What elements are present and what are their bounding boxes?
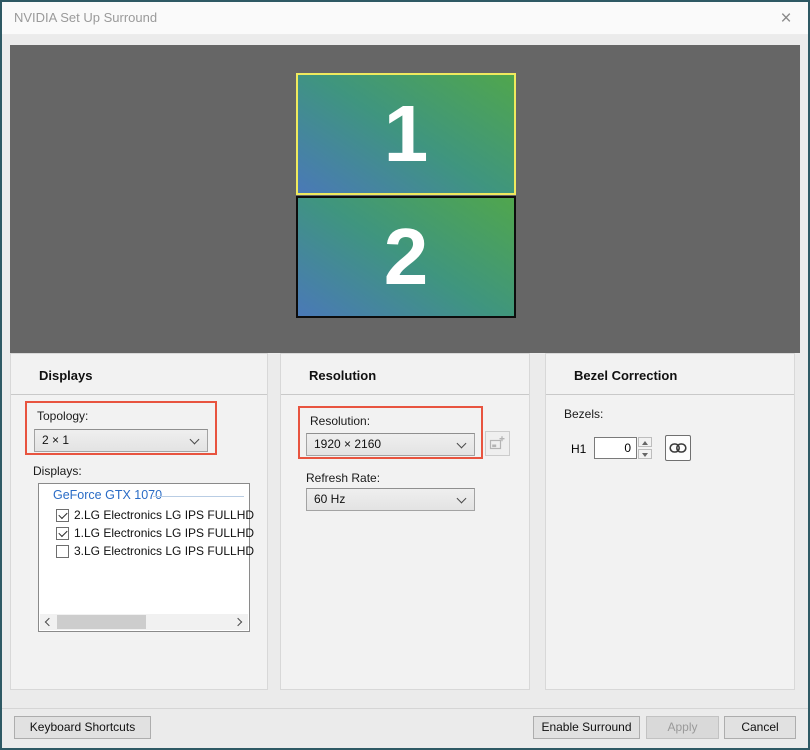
- monitor-preview-area: 1 2: [10, 45, 800, 353]
- bezel-panel-title: Bezel Correction: [574, 368, 678, 383]
- chevron-down-icon: [456, 438, 467, 449]
- bezels-label: Bezels:: [564, 407, 604, 421]
- refresh-rate-label: Refresh Rate:: [306, 471, 381, 485]
- displays-panel: Displays Topology: 2 × 1 Displays: GeFor…: [10, 353, 268, 690]
- monitor-2[interactable]: 2: [296, 196, 516, 318]
- monitor-1[interactable]: 1: [296, 73, 516, 195]
- resolution-panel: Resolution Resolution: 1920 × 2160 Refre…: [280, 353, 530, 690]
- display-checkbox[interactable]: [56, 526, 69, 540]
- monitor-1-number: 1: [383, 89, 429, 178]
- gpu-separator-line: [153, 496, 244, 497]
- spinner-down-icon[interactable]: [638, 449, 652, 459]
- display-item-label: 3.LG Electronics LG IPS FULLHD: [74, 544, 255, 558]
- enable-surround-button[interactable]: Enable Surround: [533, 716, 640, 739]
- h1-spinner: [638, 437, 652, 459]
- topology-label: Topology:: [37, 409, 89, 423]
- resolution-highlight-box: Resolution: 1920 × 2160: [298, 406, 483, 459]
- chain-link-icon: [669, 443, 687, 453]
- panel-separator: [546, 394, 794, 395]
- panel-separator: [281, 394, 529, 395]
- display-checkbox[interactable]: [56, 508, 69, 522]
- display-item-label: 1.LG Electronics LG IPS FULLHD: [74, 526, 255, 540]
- display-list-item[interactable]: 1.LG Electronics LG IPS FULLHD: [56, 525, 254, 541]
- display-checkbox[interactable]: [56, 544, 69, 558]
- cancel-button[interactable]: Cancel: [724, 716, 796, 739]
- add-resolution-icon: [489, 436, 505, 450]
- monitor-2-number: 2: [383, 212, 429, 301]
- bezel-correction-panel: Bezel Correction Bezels: H1: [545, 353, 795, 690]
- panel-separator: [11, 394, 267, 395]
- title-bar: NVIDIA Set Up Surround ×: [2, 2, 808, 35]
- refresh-rate-value: 60 Hz: [314, 492, 346, 506]
- spinner-up-icon[interactable]: [638, 437, 652, 447]
- scroll-left-icon[interactable]: [40, 614, 56, 630]
- horizontal-scrollbar[interactable]: [40, 614, 248, 630]
- add-custom-resolution-button[interactable]: [485, 431, 510, 456]
- keyboard-shortcuts-button[interactable]: Keyboard Shortcuts: [14, 716, 151, 739]
- apply-button[interactable]: Apply: [646, 716, 719, 739]
- resolution-panel-title: Resolution: [309, 368, 377, 383]
- chevron-down-icon: [189, 434, 200, 445]
- link-bezels-button[interactable]: [665, 435, 691, 461]
- resolution-value: 1920 × 2160: [314, 437, 382, 451]
- topology-value: 2 × 1: [42, 433, 70, 447]
- resolution-label: Resolution:: [310, 414, 371, 428]
- gpu-name: GeForce GTX 1070: [53, 488, 163, 502]
- window-title: NVIDIA Set Up Surround: [14, 10, 158, 25]
- scrollbar-thumb[interactable]: [57, 615, 146, 629]
- refresh-rate-dropdown[interactable]: 60 Hz: [306, 488, 475, 511]
- footer-separator: [2, 708, 808, 709]
- h1-bezel-input[interactable]: [594, 437, 637, 459]
- display-list-item[interactable]: 2.LG Electronics LG IPS FULLHD: [56, 507, 254, 523]
- displays-listbox: GeForce GTX 1070 2.LG Electronics LG IPS…: [38, 483, 254, 632]
- scroll-right-icon[interactable]: [232, 614, 248, 630]
- topology-dropdown[interactable]: 2 × 1: [34, 429, 208, 452]
- close-icon[interactable]: ×: [772, 5, 800, 33]
- surround-setup-window: NVIDIA Set Up Surround × 1 2 Displays To…: [0, 0, 810, 750]
- display-list-item[interactable]: 3.LG Electronics LG IPS FULLHD: [56, 543, 254, 559]
- topology-highlight-box: Topology: 2 × 1: [25, 401, 217, 455]
- h1-label: H1: [571, 442, 587, 456]
- resolution-dropdown[interactable]: 1920 × 2160: [306, 433, 475, 456]
- displays-panel-title: Displays: [39, 368, 93, 383]
- displays-list-label: Displays:: [33, 464, 82, 478]
- chevron-down-icon: [456, 493, 467, 504]
- display-item-label: 2.LG Electronics LG IPS FULLHD: [74, 508, 255, 522]
